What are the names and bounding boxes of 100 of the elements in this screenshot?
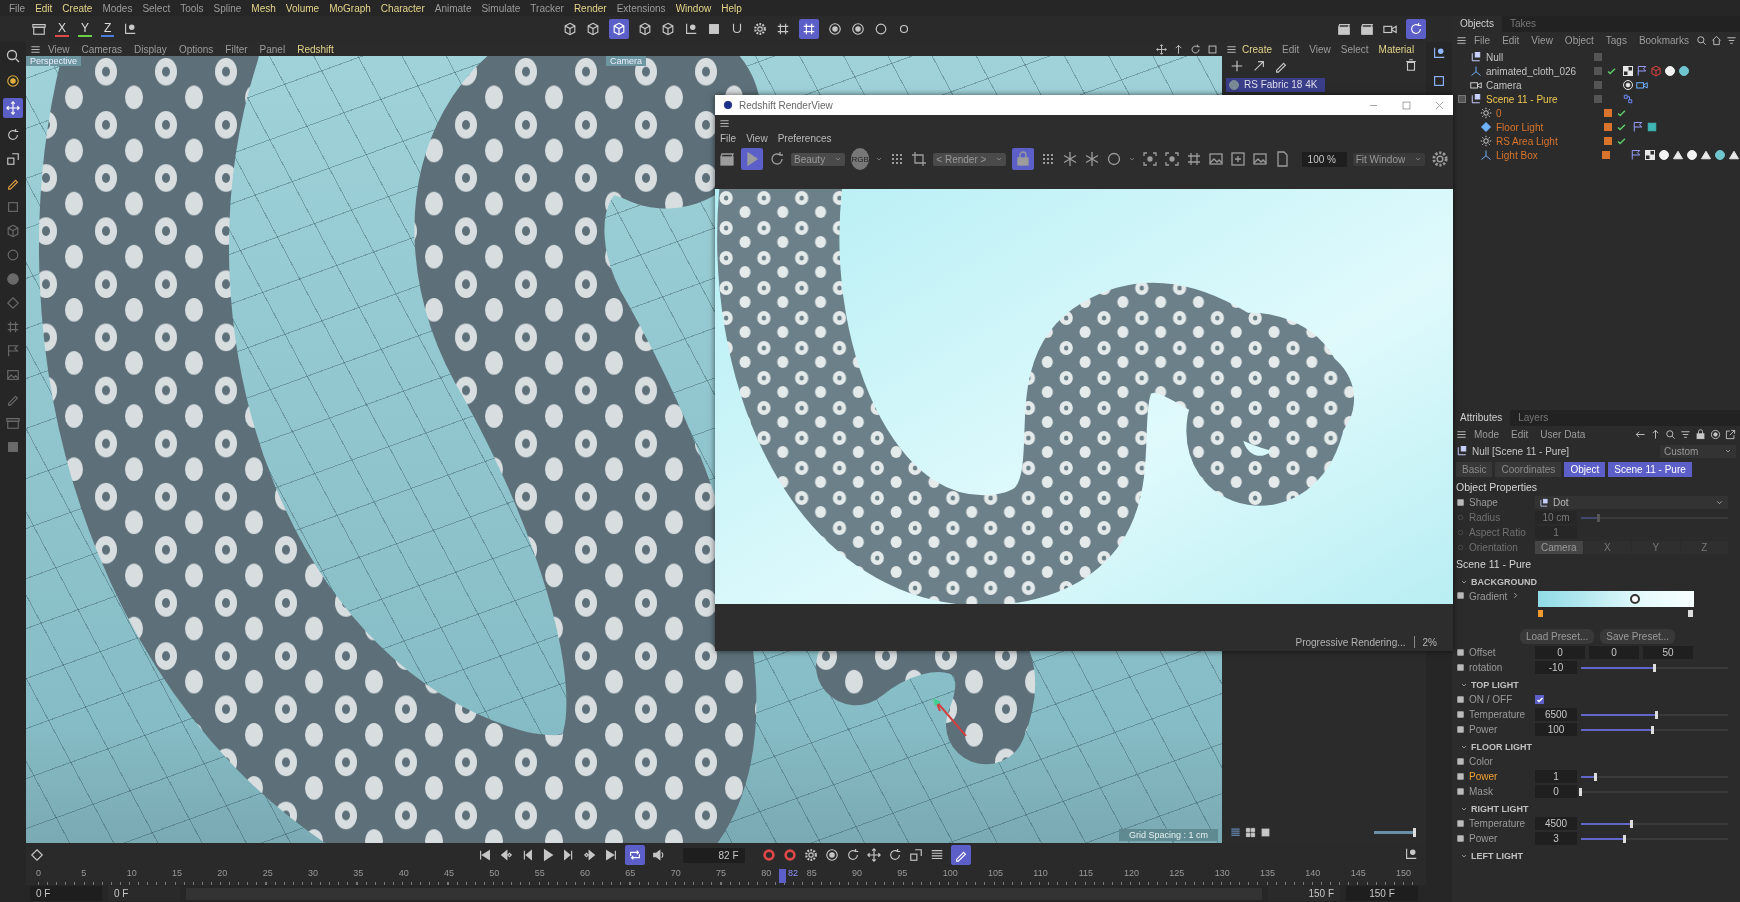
scale-icon[interactable]	[908, 848, 923, 862]
menu-icon[interactable]	[1456, 34, 1467, 46]
menu-item[interactable]: Preferences	[772, 132, 837, 144]
camera-tag-icon[interactable]	[1636, 79, 1648, 91]
menu-icon[interactable]	[1226, 43, 1237, 55]
coordinate-system-icon[interactable]	[123, 22, 138, 36]
rotate-icon[interactable]	[1406, 19, 1426, 39]
panel-tab[interactable]: Takes	[1501, 16, 1545, 32]
menu-item[interactable]: Mode	[1469, 428, 1504, 440]
image-icon[interactable]	[1207, 151, 1224, 167]
value-field[interactable]: 6500	[1535, 708, 1577, 721]
square-icon[interactable]	[1432, 74, 1446, 88]
menu-item[interactable]: Mesh	[246, 2, 281, 14]
focus-icon[interactable]	[1141, 151, 1158, 167]
sphere-icon[interactable]	[6, 272, 20, 286]
menu-item[interactable]: Tags	[1600, 34, 1632, 46]
object-name[interactable]: RS Area Light	[1496, 135, 1600, 147]
crop-icon[interactable]	[911, 151, 928, 167]
cube-icon[interactable]	[586, 22, 601, 36]
rotate-icon[interactable]	[6, 128, 20, 142]
chevron-down-icon[interactable]	[1460, 852, 1468, 860]
group-heading[interactable]: RIGHT LIGHT	[1471, 804, 1529, 814]
menu-item[interactable]: Tools	[175, 2, 209, 14]
value-field[interactable]: 3	[1535, 832, 1577, 845]
preview-end-field[interactable]: 150 F	[1268, 886, 1340, 901]
flag-icon[interactable]	[6, 344, 20, 358]
archive-box-icon[interactable]	[32, 22, 46, 36]
diamond-icon[interactable]	[6, 296, 20, 310]
external-icon[interactable]	[1725, 428, 1736, 440]
loop-icon[interactable]	[624, 845, 645, 865]
value-field[interactable]: 50	[1643, 646, 1693, 659]
gradient-editor[interactable]	[1538, 591, 1695, 618]
move-icon[interactable]	[866, 848, 881, 862]
menu-item[interactable]: View	[43, 43, 75, 55]
end-frame-field[interactable]: 150 F	[1346, 886, 1418, 901]
menu-item[interactable]: Object	[1559, 34, 1599, 46]
aov-dropdown[interactable]: Beauty	[791, 152, 846, 166]
filter-icon[interactable]	[1725, 34, 1737, 46]
menu-item[interactable]: Display	[129, 43, 172, 55]
menu-item[interactable]: Options	[173, 43, 219, 55]
rotate-icon[interactable]	[845, 848, 860, 862]
menu-item[interactable]: File	[715, 132, 742, 144]
menu-item[interactable]: Animate	[429, 2, 477, 14]
circle-icon[interactable]	[824, 848, 839, 862]
menu-item[interactable]: Material	[1373, 43, 1420, 55]
keyframe-icon[interactable]	[1456, 498, 1465, 507]
trash-icon[interactable]	[1404, 58, 1418, 72]
search-icon[interactable]	[1665, 428, 1676, 440]
menu-item[interactable]: Simulate	[476, 2, 526, 14]
menu-icon[interactable]	[1456, 428, 1467, 440]
square-icon[interactable]	[1207, 43, 1218, 55]
axis-lock-button[interactable]: Y	[78, 21, 93, 37]
frame-ruler[interactable]: 0 5 10 15 20 25 30 35 40 45 50 55 60 65 70 75 80 82 85 90 95 100 105 110 115 120 125 130 135 140 145 150	[38, 867, 1414, 885]
menu-item[interactable]: Tracker	[525, 2, 569, 14]
menu-icon[interactable]	[30, 43, 41, 55]
snowflake-icon[interactable]	[1061, 151, 1078, 167]
axis-lock-button[interactable]: Z	[101, 21, 115, 37]
object-name[interactable]: Scene 11 - Pure	[1486, 93, 1590, 105]
filter-icon[interactable]	[1680, 428, 1691, 440]
menu-item[interactable]: Window	[670, 2, 717, 14]
fit-dropdown[interactable]: Fit Window	[1352, 152, 1425, 166]
lock-icon[interactable]	[1695, 428, 1706, 440]
channel-button[interactable]: RGB	[851, 148, 870, 170]
home-icon[interactable]	[1710, 34, 1722, 46]
corner-axis-icon[interactable]	[1432, 46, 1446, 60]
value-field[interactable]: 4500	[1535, 817, 1577, 830]
menu-item[interactable]: Extensions	[611, 2, 671, 14]
menu-item[interactable]: Modes	[97, 2, 138, 14]
grid-icon[interactable]	[776, 22, 791, 36]
corner-axis-icon[interactable]	[684, 22, 699, 36]
triangle-tag-icon[interactable]	[1728, 149, 1740, 161]
target-icon[interactable]	[851, 22, 866, 36]
menu-item[interactable]: Create	[1237, 43, 1277, 55]
panel-tab[interactable]: Layers	[1510, 410, 1557, 426]
slider-thumb[interactable]	[1623, 834, 1627, 843]
slider-thumb[interactable]	[1651, 725, 1654, 734]
menu-item[interactable]: Panel	[254, 43, 291, 55]
camera-dropdown[interactable]: < Render >	[933, 152, 1006, 166]
layer-swatch[interactable]	[1602, 151, 1611, 159]
clapper-icon[interactable]	[719, 151, 735, 167]
check-icon[interactable]	[1606, 65, 1617, 77]
mode-dropdown[interactable]: Custom	[1660, 444, 1736, 458]
clapper-icon[interactable]	[1337, 22, 1351, 36]
gear-icon[interactable]	[803, 848, 818, 862]
object-name[interactable]: Camera	[1486, 79, 1590, 91]
preset-button[interactable]: Load Preset...	[1520, 628, 1595, 644]
shape-dropdown[interactable]: Dot	[1535, 496, 1728, 509]
circle-icon[interactable]	[874, 22, 889, 36]
menu-item[interactable]: Help	[716, 2, 747, 14]
object-name[interactable]: Floor Light	[1496, 121, 1600, 133]
settings-icon[interactable]	[1431, 150, 1449, 168]
value-field[interactable]: 0	[1535, 646, 1585, 659]
chevron-right-icon[interactable]	[1511, 591, 1521, 600]
square-icon[interactable]	[707, 22, 722, 36]
check-icon[interactable]	[1616, 107, 1627, 119]
check-icon[interactable]	[1616, 121, 1627, 133]
clapper-icon[interactable]	[1360, 22, 1374, 36]
record-icon[interactable]	[782, 848, 797, 862]
keyframe-icon[interactable]	[1456, 591, 1465, 600]
triangle-tag-icon[interactable]	[1700, 149, 1712, 161]
